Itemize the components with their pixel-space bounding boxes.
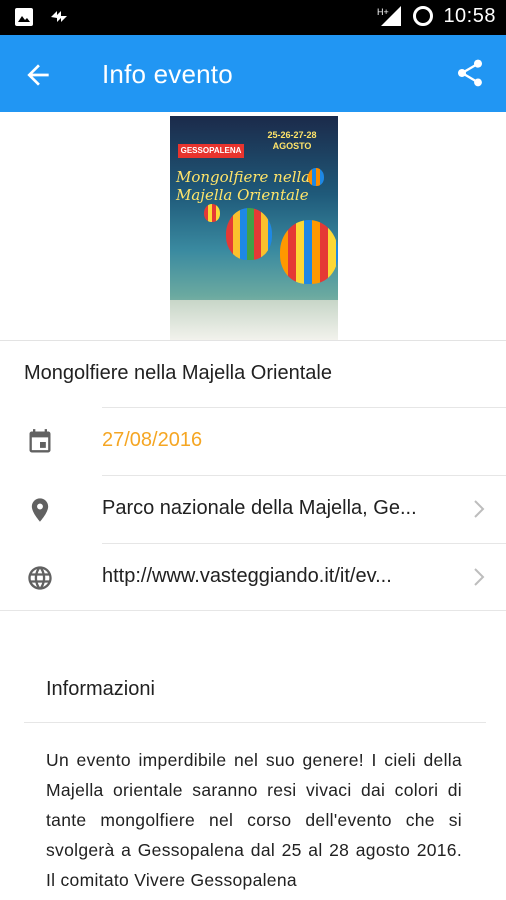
event-location-row[interactable]: Parco nazionale della Majella, Ge... bbox=[0, 476, 506, 542]
divider bbox=[0, 610, 506, 611]
battery-ring-icon bbox=[413, 6, 434, 26]
info-description: Un evento imperdibile nel suo genere! I … bbox=[46, 750, 462, 890]
page-title: Info evento bbox=[102, 59, 233, 89]
event-location: Parco nazionale della Majella, Ge... bbox=[102, 497, 417, 519]
globe-icon bbox=[28, 566, 52, 590]
event-url-row[interactable]: http://www.vasteggiando.it/it/ev... bbox=[0, 544, 506, 610]
poster-town-graphic bbox=[170, 300, 338, 340]
info-heading: Informazioni bbox=[46, 678, 155, 700]
event-poster-image[interactable]: GESSOPALENA 25-26-27-28 AGOSTO Mongolfie… bbox=[170, 116, 338, 340]
arrow-back-icon[interactable] bbox=[22, 59, 54, 91]
sync-notification-icon bbox=[51, 11, 67, 22]
status-time: 10:58 bbox=[443, 4, 496, 27]
status-bar: H+ 10:58 bbox=[0, 0, 506, 35]
calendar-icon bbox=[29, 429, 51, 453]
hplus-signal-icon: H+ bbox=[377, 6, 402, 26]
location-pin-icon bbox=[31, 498, 49, 522]
chevron-right-icon bbox=[474, 500, 485, 518]
app-bar: Info evento bbox=[0, 35, 506, 112]
event-date: 27/08/2016 bbox=[102, 429, 203, 451]
event-date-row: 27/08/2016 bbox=[0, 408, 506, 474]
divider bbox=[24, 722, 486, 723]
balloon-graphic bbox=[280, 220, 338, 284]
event-url: http://www.vasteggiando.it/it/ev... bbox=[102, 565, 392, 587]
poster-dates: 25-26-27-28 AGOSTO bbox=[267, 130, 317, 151]
event-image-area: GESSOPALENA 25-26-27-28 AGOSTO Mongolfie… bbox=[0, 112, 506, 341]
balloon-graphic bbox=[308, 168, 324, 186]
svg-text:H+: H+ bbox=[377, 7, 389, 17]
share-icon[interactable] bbox=[454, 57, 486, 89]
event-title: Mongolfiere nella Majella Orientale bbox=[24, 362, 332, 384]
poster-banner: GESSOPALENA bbox=[178, 144, 244, 158]
image-notification-icon bbox=[15, 8, 33, 26]
chevron-right-icon bbox=[474, 568, 485, 586]
balloon-graphic bbox=[204, 204, 220, 222]
balloon-graphic bbox=[226, 208, 272, 260]
